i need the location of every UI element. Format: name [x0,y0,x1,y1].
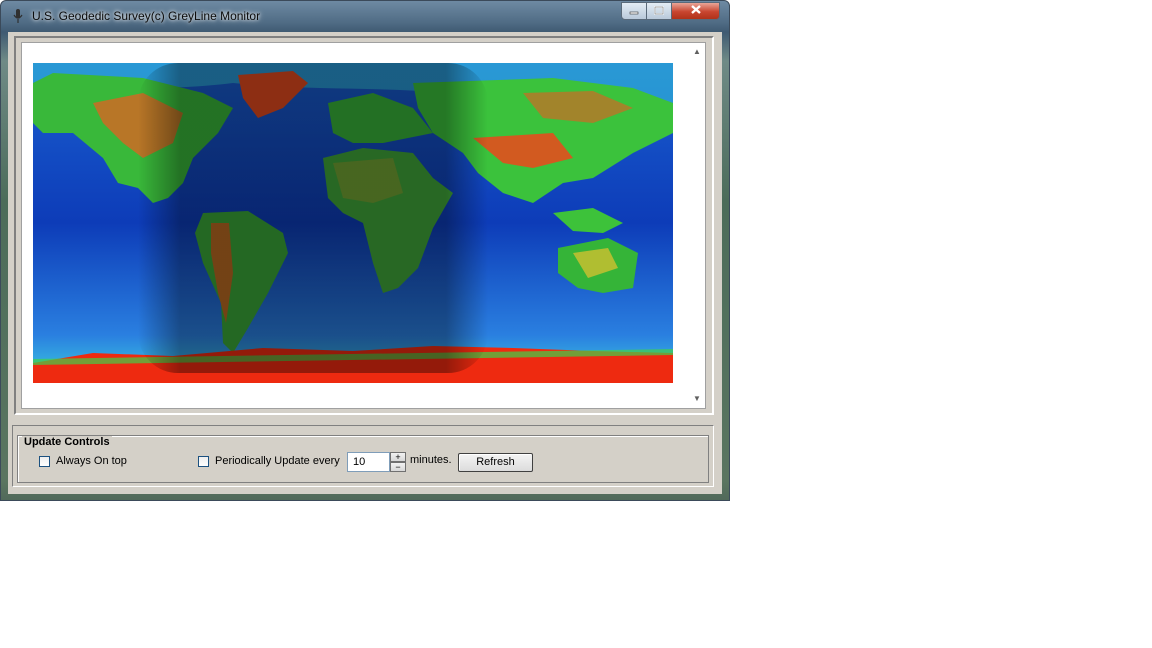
vertical-scrollbar[interactable]: ▲ ▼ [689,43,705,408]
minimize-button[interactable] [621,2,647,20]
title-bar[interactable]: U.S. Geodedic Survey(c) GreyLine Monitor [1,1,729,32]
periodic-update-checkbox[interactable] [198,456,209,467]
minimize-icon [629,2,639,20]
scroll-down-icon[interactable]: ▼ [693,395,701,403]
microphone-icon [11,8,25,24]
map-scroll-pane[interactable]: ▲ ▼ [21,42,706,409]
spin-up-button[interactable]: + [390,452,406,462]
interval-input[interactable]: 10 [347,452,390,472]
interval-spinner: 10 + − [347,452,407,472]
map-panel: ▲ ▼ [14,36,714,415]
periodic-update-label: Periodically Update every [215,455,340,467]
greyline-shadow [138,63,488,373]
window-title: U.S. Geodedic Survey(c) GreyLine Monitor [32,9,261,23]
greyline-monitor-window: U.S. Geodedic Survey(c) GreyLine Monitor [0,0,730,501]
close-icon [690,2,702,20]
close-button[interactable] [671,2,720,20]
refresh-button[interactable]: Refresh [458,453,533,472]
spin-down-button[interactable]: − [390,462,406,472]
always-on-top-checkbox[interactable] [39,456,50,467]
greyline-world-map [33,63,673,383]
client-area: ▲ ▼ Update Controls Always On top Period… [8,32,722,494]
maximize-button[interactable] [646,2,672,20]
maximize-icon [654,2,664,20]
interval-unit-label: minutes. [410,454,452,466]
scroll-up-icon[interactable]: ▲ [693,48,701,56]
always-on-top-label: Always On top [56,455,127,467]
update-controls-label: Update Controls [22,436,112,448]
